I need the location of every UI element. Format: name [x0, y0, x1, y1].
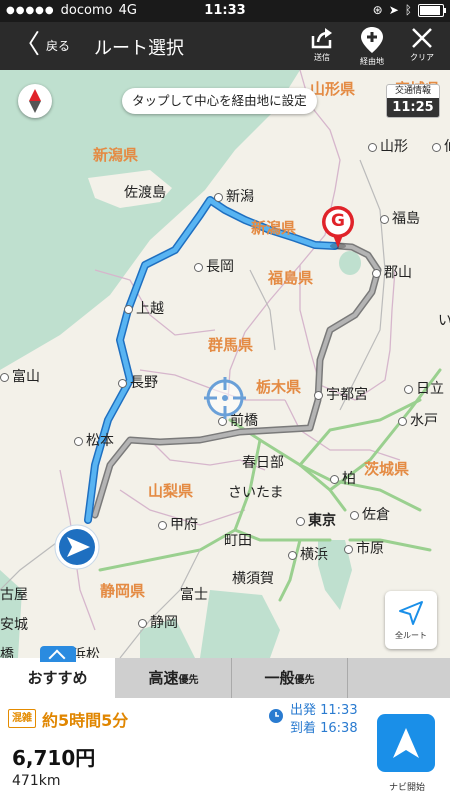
tab-general-road-priority[interactable]: 一般優先: [232, 658, 348, 698]
chevron-left-icon: 〈: [14, 30, 41, 60]
goal-marker[interactable]: G: [318, 204, 358, 254]
city-label-anjo-partial: 安城: [0, 617, 28, 633]
status-bar: ●●●●● docomo 4G 11:33 ⊛ ➤ ᛒ: [0, 0, 450, 22]
waypoint-pin-icon: [361, 27, 383, 53]
pref-label-fukushima: 福島県: [268, 269, 314, 287]
app-root: ●●●●● docomo 4G 11:33 ⊛ ➤ ᛒ 〈 戻る ルート選択 送…: [0, 0, 450, 800]
navigation-arrow-icon: [393, 728, 419, 758]
clear-button[interactable]: クリア: [402, 24, 442, 68]
city-label-yokosuka: 横須賀: [232, 571, 274, 587]
city-label-fukushima: 福島: [380, 208, 420, 228]
toll-fare: 6,710円: [12, 746, 96, 770]
city-label-mito: 水戸: [398, 410, 438, 430]
clear-label: クリア: [410, 53, 434, 62]
city-label-sendai-edge: 仙: [432, 136, 450, 156]
nav-bar: 〈 戻る ルート選択 送信 経由地 クリア: [0, 22, 450, 70]
bluetooth-icon: ᛒ: [404, 3, 412, 17]
share-label: 送信: [314, 53, 330, 62]
pref-label-yamanashi: 山梨県: [148, 482, 194, 500]
city-label-fuji: 富士: [180, 587, 208, 603]
traffic-info-button[interactable]: 交通情報 11:25: [386, 84, 440, 118]
route-summary: 混雑 約5時間5分 出発 11:33 到着 16:38 6,710円 471km…: [0, 698, 450, 800]
start-navigation-label: ナビ開始: [388, 783, 425, 793]
share-icon: [311, 28, 332, 49]
pref-label-yamagata: 山形県: [310, 80, 356, 98]
current-location-marker-icon: [52, 522, 102, 576]
tab-recommended[interactable]: おすすめ: [0, 646, 115, 698]
city-label-koriyama: 郡山: [372, 262, 412, 282]
route-duration: 約5時間5分: [42, 711, 129, 730]
route-map[interactable]: 山形県 宮城県 新潟県 新潟県 福島県 群馬県 栃木県 茨城県 山梨県 静岡県 …: [0, 70, 450, 658]
city-label-yokohama: 横浜: [288, 544, 328, 564]
city-label-matsumoto: 松本: [74, 430, 114, 450]
congestion-badge: 混雑: [8, 709, 36, 728]
city-label-iwaki-partial: い: [438, 313, 450, 329]
city-label-ichihara: 市原: [344, 538, 384, 558]
compass-icon: [29, 89, 41, 113]
arrival-time: 到着 16:38: [290, 721, 358, 736]
city-label-yamagata: 山形: [368, 136, 408, 156]
back-label: 戻る: [46, 38, 71, 53]
pref-label-gunma: 群馬県: [208, 336, 254, 354]
add-waypoint-button[interactable]: 経由地: [352, 24, 392, 68]
departure-time: 出発 11:33: [290, 703, 358, 718]
city-label-nagano: 長野: [118, 372, 158, 392]
city-label-joetsu: 上越: [124, 298, 164, 318]
page-title: ルート選択: [94, 38, 184, 59]
city-label-shizuoka: 静岡: [138, 612, 178, 632]
city-label-sado: 佐渡島: [124, 185, 166, 201]
location-arrow-icon: ➤: [388, 3, 399, 17]
city-label-hamamatsu-partial: 浜松: [72, 647, 100, 658]
city-label-kasukabe: 春日部: [242, 455, 284, 471]
city-label-utsunomiya: 宇都宮: [314, 384, 368, 404]
pref-label-ibaraki: 茨城県: [364, 460, 410, 478]
city-label-kashiwa: 柏: [330, 468, 356, 488]
pref-label-tochigi: 栃木県: [256, 378, 302, 396]
set-waypoint-tip[interactable]: タップして中心を経由地に設定: [122, 88, 317, 114]
city-label-niigata: 新潟: [214, 186, 254, 206]
share-button[interactable]: 送信: [302, 24, 342, 68]
pref-label-shizuoka: 静岡県: [100, 582, 146, 600]
pref-label-niigata-upper: 新潟県: [93, 146, 139, 164]
start-navigation-button[interactable]: [377, 714, 435, 772]
compass-button[interactable]: [18, 84, 52, 118]
city-label-saitama: さいたま: [228, 485, 284, 501]
city-label-machida: 町田: [224, 533, 252, 549]
city-label-tokyo: 東京: [296, 510, 336, 530]
city-label-kofu: 甲府: [158, 514, 198, 534]
city-label-nagaoka: 長岡: [194, 256, 234, 276]
city-label-toyama: 富山: [0, 366, 40, 386]
traffic-info-time: 11:25: [387, 98, 439, 117]
full-route-button[interactable]: 全ルート: [385, 591, 437, 649]
lake-inawashiro: [339, 251, 361, 275]
back-button[interactable]: 〈 戻る: [14, 30, 70, 60]
traffic-info-label: 交通情報: [394, 86, 431, 96]
city-label-toyohashi-partial: 橋: [0, 647, 14, 658]
city-label-sakura: 佐倉: [350, 504, 390, 524]
city-label-hitachi: 日立: [404, 378, 444, 398]
map-center-crosshair-icon: [203, 376, 247, 424]
route-distance: 471km: [12, 773, 61, 789]
tab-highway-priority[interactable]: 高速優先: [116, 658, 232, 698]
close-icon: [412, 28, 432, 48]
city-label-nagoya-partial: 古屋: [0, 587, 28, 603]
waypoint-label: 経由地: [360, 57, 384, 66]
pref-label-niigata: 新潟県: [251, 219, 297, 237]
chevron-up-icon[interactable]: [40, 646, 76, 662]
route-option-tabs: おすすめ 高速優先 一般優先: [0, 646, 450, 698]
orientation-lock-icon: ⊛: [372, 3, 383, 17]
navigation-arrow-icon: [399, 600, 423, 625]
goal-letter: G: [331, 211, 345, 231]
full-route-label: 全ルート: [395, 630, 427, 640]
battery-icon: [418, 3, 446, 17]
clock-icon: [268, 708, 284, 728]
